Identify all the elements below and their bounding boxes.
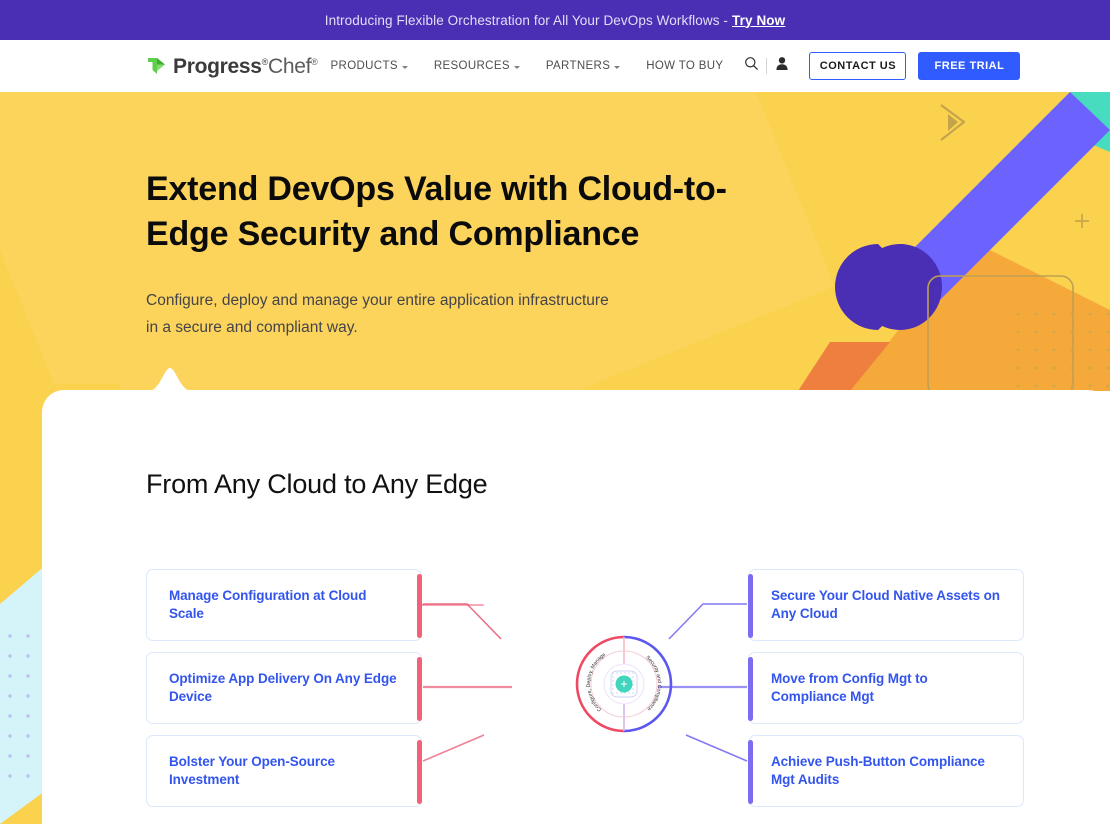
logo-wordmark: Progress®Chef® (173, 56, 318, 77)
content-panel: From Any Cloud to Any Edge Configure, De… (42, 390, 1110, 824)
hero-copy: Extend DevOps Value with Cloud-to-Edge S… (146, 167, 806, 341)
nav-label-products: PRODUCTS (330, 60, 398, 72)
search-button[interactable] (736, 51, 766, 81)
plus-mark-icon (1075, 214, 1089, 228)
announcement-text: Introducing Flexible Orchestration for A… (324, 12, 729, 28)
nav-label-partners: PARTNERS (545, 60, 611, 72)
chevron-down-icon (513, 65, 520, 69)
card-accent-bar (748, 574, 753, 638)
nav-item-how-to-buy[interactable]: HOW TO BUY (633, 60, 736, 72)
site-header: Progress®Chef® PRODUCTS RESOURCES PARTNE… (0, 40, 1110, 92)
card-label: Optimize App Delivery On Any Edge Device (169, 671, 397, 704)
card-label: Move from Config Mgt to Compliance Mgt (771, 671, 928, 704)
panel-notch-shape (146, 368, 194, 392)
connector-left-1 (423, 603, 502, 640)
announcement-banner: Introducing Flexible Orchestration for A… (0, 0, 1110, 40)
logo-product: Chef (268, 54, 312, 78)
user-account-icon (775, 56, 789, 76)
contact-us-button[interactable]: CONTACT US (809, 52, 907, 80)
hero-decorative-artwork (798, 92, 1110, 391)
logo-brand: Progress (173, 54, 262, 78)
chevron-down-icon (614, 65, 621, 69)
ring-label-right: Security and Compliance (644, 655, 662, 712)
card-label: Achieve Push-Button Compliance Mgt Audit… (771, 754, 985, 787)
hero-heading: Extend DevOps Value with Cloud-to-Edge S… (146, 170, 727, 253)
hero-subheading-line2: in a secure and compliant way. (146, 319, 358, 336)
connector-right-1 (668, 603, 747, 640)
card-accent-bar (417, 740, 422, 804)
hero-subheading-line1: Configure, deploy and manage your entire… (146, 292, 609, 309)
card-accent-bar (748, 740, 753, 804)
progress-chef-logo[interactable]: Progress®Chef® (146, 55, 318, 77)
free-trial-button[interactable]: FREE TRIAL (918, 52, 1021, 80)
card-accent-bar (417, 657, 422, 721)
nav-item-products[interactable]: PRODUCTS (318, 60, 421, 72)
card-label: Secure Your Cloud Native Assets on Any C… (771, 588, 1000, 621)
account-button[interactable] (767, 51, 797, 81)
chevron-outline-icon (940, 104, 966, 141)
card-secure-cloud-native-assets[interactable]: Secure Your Cloud Native Assets on Any C… (748, 569, 1024, 641)
card-manage-configuration[interactable]: Manage Configuration at Cloud Scale (146, 569, 422, 641)
card-label: Bolster Your Open-Source Investment (169, 754, 335, 787)
progress-chevron-logo-icon (146, 55, 167, 77)
chevron-down-icon (401, 65, 408, 69)
nav-item-resources[interactable]: RESOURCES (421, 60, 533, 72)
card-move-from-config-mgt[interactable]: Move from Config Mgt to Compliance Mgt (748, 652, 1024, 724)
hero-subheading: Configure, deploy and manage your entire… (146, 287, 706, 341)
card-label: Manage Configuration at Cloud Scale (169, 588, 367, 621)
card-bolster-open-source[interactable]: Bolster Your Open-Source Investment (146, 735, 422, 807)
card-accent-bar (417, 574, 422, 638)
card-achieve-push-button-audits[interactable]: Achieve Push-Button Compliance Mgt Audit… (748, 735, 1024, 807)
nav-label-how-to-buy: HOW TO BUY (646, 60, 724, 72)
gear-hub-icon (610, 670, 638, 698)
cloud-to-edge-diagram: Configure, Deploy, Manage Security and C… (42, 390, 1110, 824)
connector-right-3 (685, 734, 748, 762)
nav-item-partners[interactable]: PARTNERS (533, 60, 633, 72)
card-optimize-app-delivery[interactable]: Optimize App Delivery On Any Edge Device (146, 652, 422, 724)
hero-section: Extend DevOps Value with Cloud-to-Edge S… (0, 92, 1110, 391)
central-ring-diagram: Configure, Deploy, Manage Security and C… (568, 628, 680, 740)
nav-label-resources: RESOURCES (433, 60, 510, 72)
search-icon (744, 56, 759, 76)
main-navigation: PRODUCTS RESOURCES PARTNERS HOW TO BUY C… (318, 51, 1021, 81)
card-accent-bar (748, 657, 753, 721)
try-now-link[interactable]: Try Now (732, 13, 785, 28)
connector-left-3 (422, 734, 485, 762)
